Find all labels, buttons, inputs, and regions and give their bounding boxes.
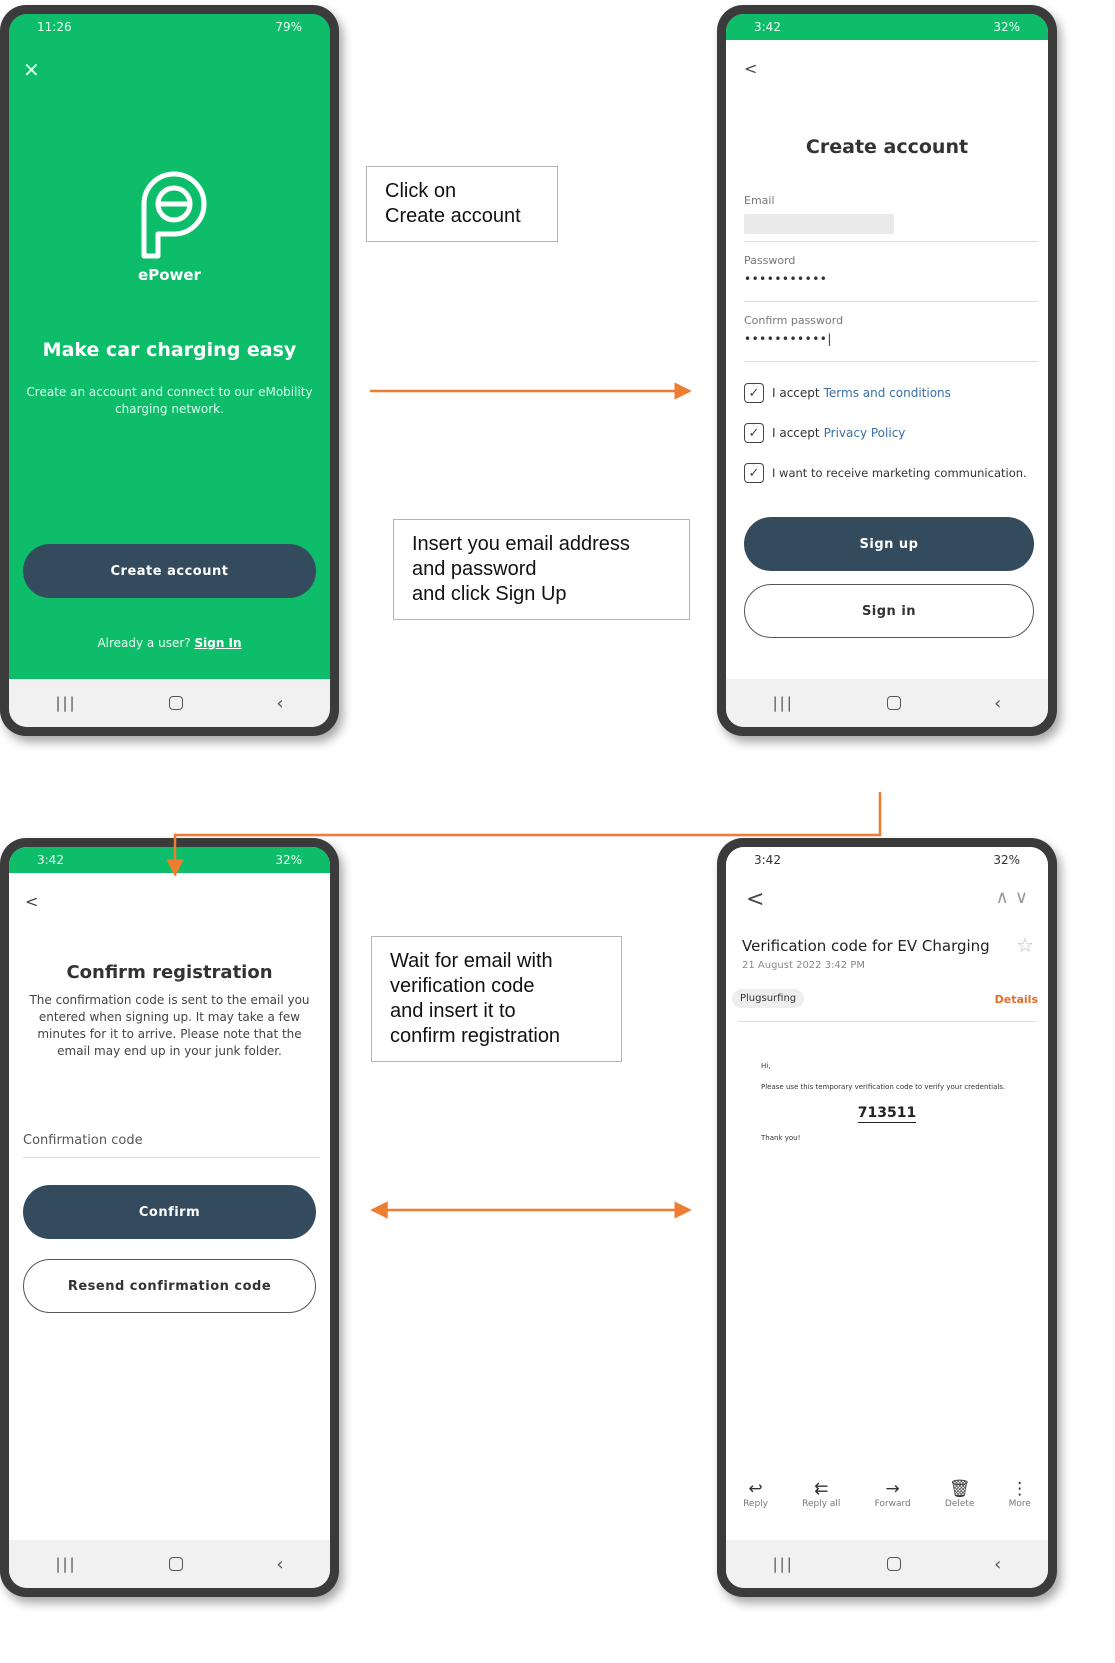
arrow-to-confirm-registration <box>166 792 882 877</box>
flow-arrows <box>166 382 882 1219</box>
